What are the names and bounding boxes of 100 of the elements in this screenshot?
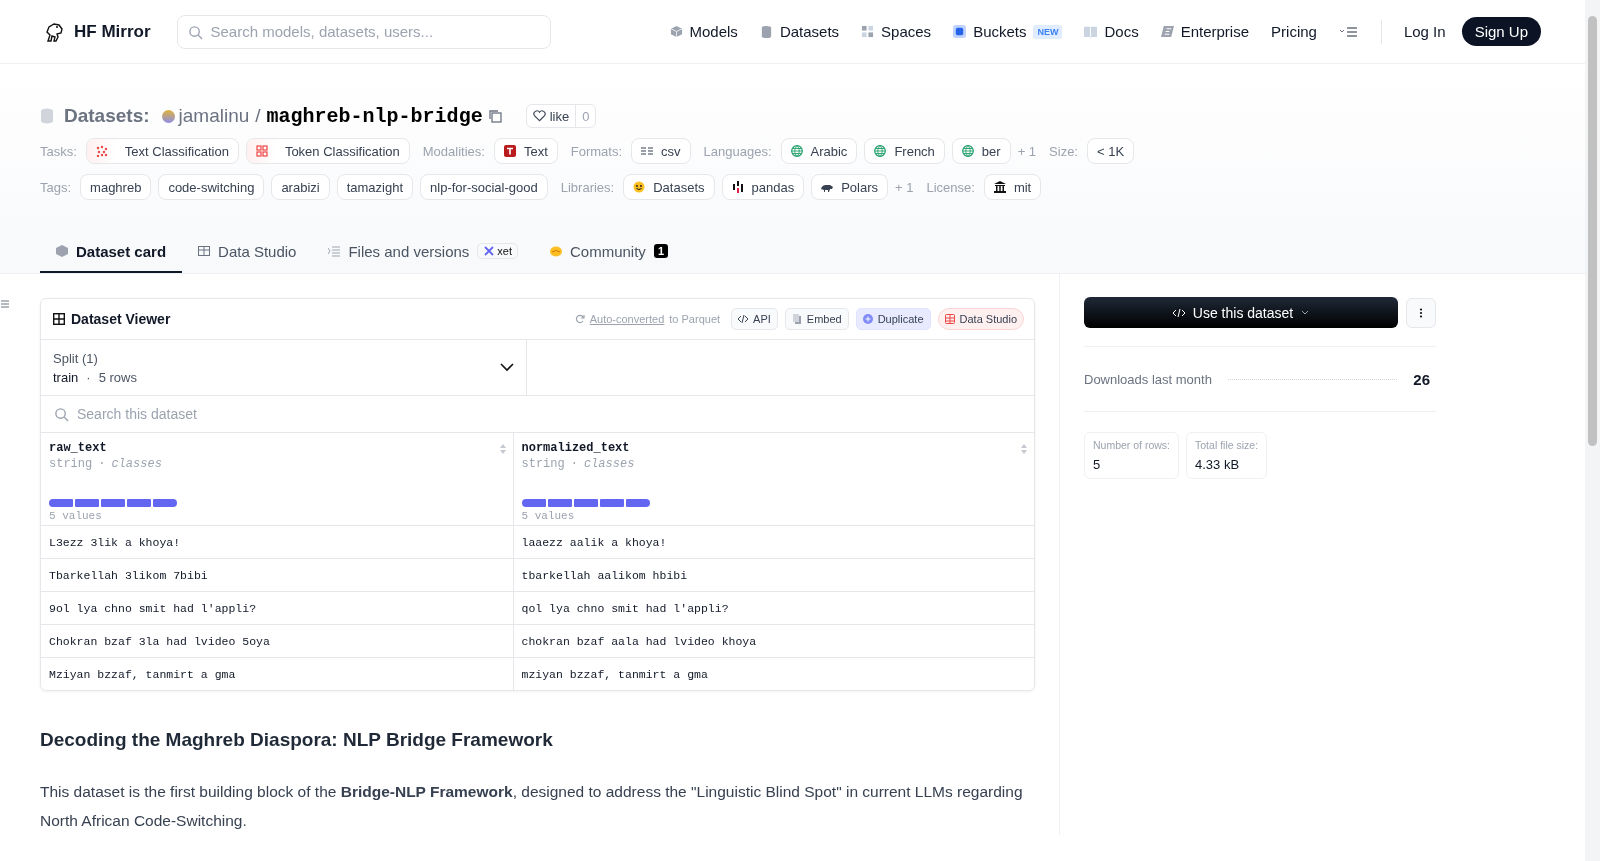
split-select[interactable]: Split (1) train · 5 rows bbox=[41, 340, 527, 395]
column-header[interactable]: normalized_text string · classes 5 values bbox=[513, 433, 1034, 526]
tag-chip[interactable]: ber bbox=[951, 138, 1011, 164]
tag-chip[interactable]: pandas bbox=[721, 174, 805, 200]
refresh-icon bbox=[574, 314, 585, 324]
table-cell: chokran bzaf aala had lvideo khoya bbox=[513, 624, 1034, 658]
nav-link[interactable]: Datasets bbox=[759, 23, 840, 40]
viewer-button[interactable]: Data Studio bbox=[937, 308, 1024, 330]
tag-chip[interactable]: arabizi bbox=[271, 174, 330, 200]
nav-link[interactable]: Buckets NEW bbox=[953, 23, 1063, 40]
copy-icon bbox=[791, 314, 802, 324]
repo-name[interactable]: maghreb-nlp-bridge bbox=[266, 104, 483, 128]
letter-t-icon bbox=[503, 145, 516, 157]
sort-icon[interactable] bbox=[498, 443, 507, 455]
nav-link[interactable]: Spaces bbox=[861, 23, 932, 40]
stat-label: Number of rows: bbox=[1093, 439, 1171, 451]
tag-chip[interactable]: French bbox=[864, 138, 945, 164]
code-icon bbox=[738, 314, 749, 324]
tag-chip[interactable]: Arabic bbox=[780, 138, 858, 164]
use-dataset-button[interactable]: Use this dataset bbox=[1084, 297, 1399, 328]
bars-icon bbox=[731, 181, 744, 193]
scrollbar[interactable] bbox=[1585, 0, 1600, 861]
table-cell: mziyan bzzaf, tanmirt a gma bbox=[513, 657, 1034, 690]
dinosaur-icon[interactable] bbox=[44, 20, 66, 43]
table-cell: Tbarkellah 3likom 7bibi bbox=[41, 558, 513, 592]
stat-value: 5 bbox=[1093, 457, 1102, 472]
tag-chip[interactable]: Text Classification bbox=[85, 138, 239, 164]
tag-chip[interactable]: maghreb bbox=[80, 174, 152, 200]
scrollbar-thumb[interactable] bbox=[1588, 16, 1597, 446]
sort-icon[interactable] bbox=[1020, 443, 1028, 455]
table-cell: 9ol lya chno smit had l'appli? bbox=[41, 591, 513, 625]
tag-chip[interactable]: < 1K bbox=[1087, 138, 1135, 164]
chevron-down-icon bbox=[500, 363, 514, 372]
dataset-search-field[interactable]: Search this dataset bbox=[41, 396, 1034, 433]
owner-link[interactable]: jamalinu bbox=[178, 105, 250, 127]
viewer-button[interactable]: Embed bbox=[784, 308, 849, 330]
dots-icon bbox=[95, 145, 108, 157]
signup-button[interactable]: Sign Up bbox=[1461, 17, 1541, 46]
table-cell: qol lya chno smit had l'appli? bbox=[513, 591, 1034, 625]
like-count: 0 bbox=[575, 105, 596, 127]
converted-text: to Parquet bbox=[669, 313, 721, 325]
caret-icon bbox=[1301, 310, 1310, 315]
copy-icon[interactable] bbox=[488, 109, 502, 123]
plus-circle-icon bbox=[862, 314, 873, 324]
menu-icon[interactable] bbox=[1, 300, 9, 308]
tag-chip[interactable]: code-switching bbox=[158, 174, 265, 200]
column-header[interactable]: raw_text string · classes 5 values bbox=[41, 433, 513, 526]
tab[interactable]: Dataset card bbox=[40, 231, 183, 273]
book-icon bbox=[1084, 25, 1098, 38]
blocks-icon bbox=[255, 145, 268, 157]
field-label: Formats: bbox=[570, 143, 623, 159]
tag-chip[interactable]: mit bbox=[983, 174, 1042, 200]
login-link[interactable]: Log In bbox=[1403, 23, 1446, 40]
nav-link[interactable]: Enterprise bbox=[1160, 23, 1250, 40]
nav-link[interactable]: Pricing bbox=[1271, 23, 1317, 40]
letter-e-icon bbox=[1160, 25, 1174, 38]
field-label: Size: bbox=[1049, 143, 1078, 159]
globe-icon bbox=[961, 145, 974, 157]
grid-icon bbox=[861, 25, 875, 38]
viewer-title: Dataset Viewer bbox=[71, 311, 171, 327]
new-badge: NEW bbox=[1033, 24, 1063, 39]
viewer-button[interactable]: API bbox=[731, 308, 778, 330]
table-icon bbox=[641, 145, 654, 157]
table-icon bbox=[198, 245, 211, 257]
globe-icon bbox=[874, 145, 887, 157]
tag-chip[interactable]: Polars bbox=[811, 174, 889, 200]
nav-link[interactable]: Models bbox=[669, 23, 738, 40]
avatar bbox=[161, 109, 175, 123]
table-icon bbox=[53, 313, 65, 325]
tag-chip[interactable]: nlp-for-social-good bbox=[420, 174, 548, 200]
tab[interactable]: Files and versions xet bbox=[312, 231, 534, 273]
tag-chip[interactable]: Token Classification bbox=[245, 138, 410, 164]
site-name[interactable]: HF Mirror bbox=[74, 21, 151, 42]
table-cell: laaezz aalik a khoya! bbox=[513, 525, 1034, 559]
table-cell: tbarkellah aalikom hbibi bbox=[513, 558, 1034, 592]
search-field[interactable]: Search models, datasets, users... bbox=[176, 14, 551, 49]
tab[interactable]: Data Studio bbox=[182, 231, 313, 273]
tab[interactable]: Community 1 bbox=[534, 231, 684, 273]
cube-icon bbox=[56, 245, 68, 257]
more-options-button[interactable] bbox=[1406, 297, 1436, 328]
tag-chip[interactable]: Datasets bbox=[623, 174, 715, 200]
tag-chip[interactable]: csv bbox=[631, 138, 691, 164]
field-label: Tags: bbox=[40, 179, 72, 195]
path-separator: / bbox=[255, 105, 261, 127]
field-label: Libraries: bbox=[560, 179, 615, 195]
bank-icon bbox=[993, 181, 1006, 193]
section-heading: Decoding the Maghreb Diaspora: NLP Bridge Framework bbox=[40, 729, 554, 751]
stat-label: Total file size: bbox=[1195, 439, 1259, 451]
nav-link[interactable]: Docs bbox=[1084, 23, 1139, 40]
table-icon bbox=[944, 314, 955, 324]
table-cell: L3ezz 3lik a khoya! bbox=[41, 525, 513, 559]
field-label: License: bbox=[926, 179, 975, 195]
tag-chip[interactable]: tamazight bbox=[336, 174, 414, 200]
downloads-count: 26 bbox=[1413, 370, 1430, 388]
heart-icon bbox=[532, 110, 546, 122]
viewer-button[interactable]: Duplicate bbox=[855, 308, 931, 330]
paragraph: This dataset is the first building block of the Bridge-NLP Framework, designed to address the "Linguistic Blind Spot" in current LLMs regarding North African Code-Switching. bbox=[40, 782, 1024, 831]
menu-icon[interactable] bbox=[1338, 24, 1359, 39]
like-button[interactable]: like 0 bbox=[525, 104, 597, 128]
tag-chip[interactable]: Text bbox=[493, 138, 558, 164]
